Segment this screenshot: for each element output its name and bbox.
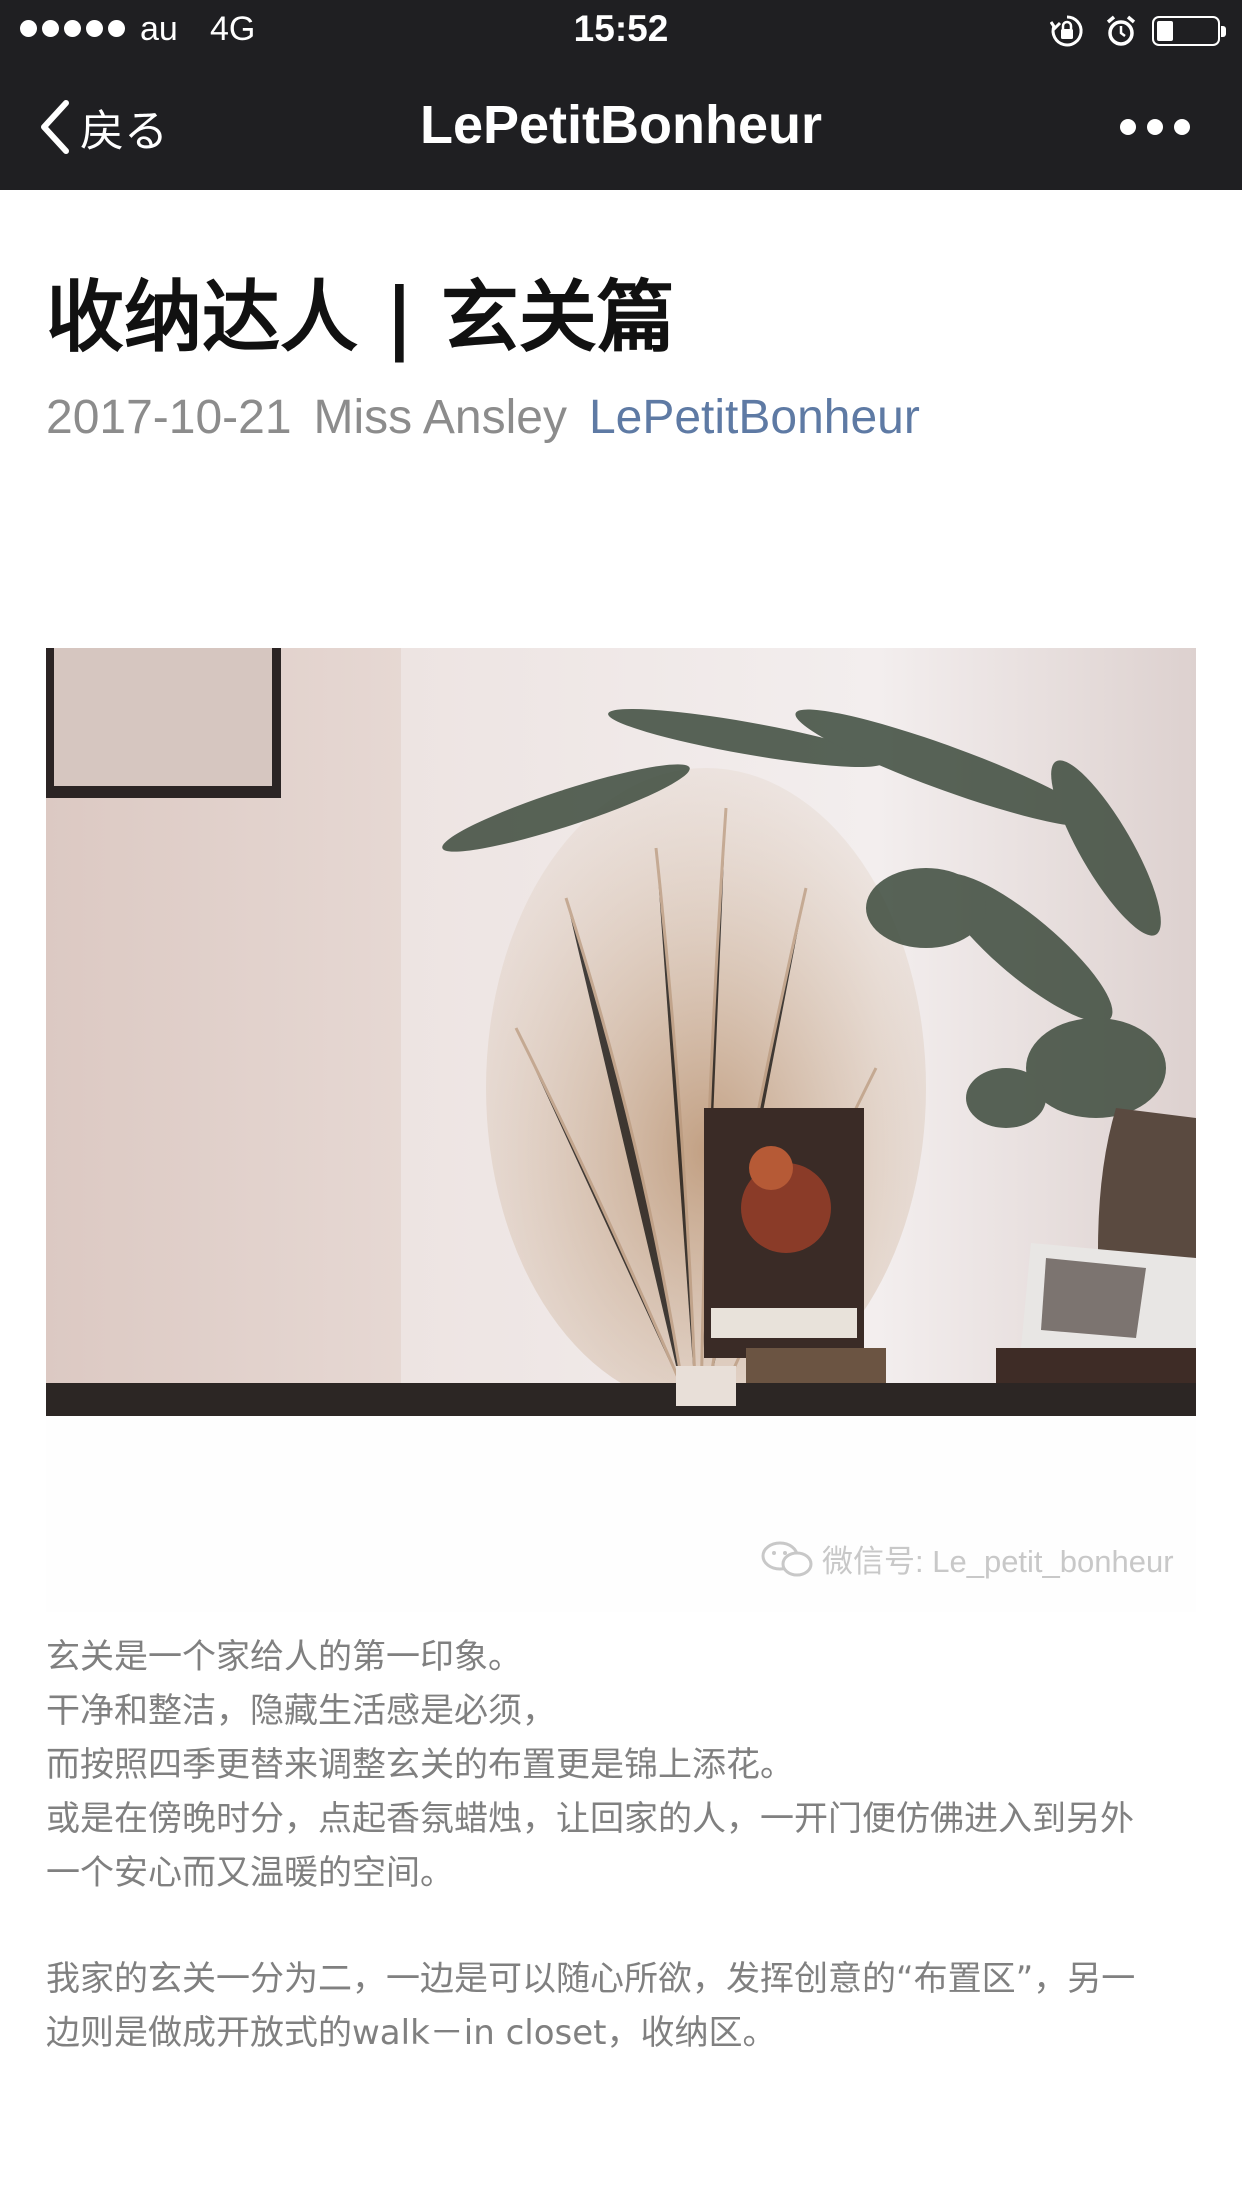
nav-title: LePetitBonheur: [419, 95, 823, 155]
paragraph-line: 我家的玄关一分为二，一边是可以随心所欲，发挥创意的“布置区”，另一: [46, 1959, 1136, 1999]
paragraph-line: 一个安心而又温暖的空间。: [46, 1853, 454, 1893]
navigation-bar: 戻る LePetitBonheur: [0, 62, 1242, 190]
status-bar: au 4G 15:52: [0, 0, 1242, 62]
watermark-text: 微信号: Le_petit_bonheur: [822, 1544, 1174, 1579]
account-link[interactable]: LePetitBonheur: [589, 391, 920, 444]
paragraph-line: 而按照四季更替来调整玄关的布置更是锦上添花。: [46, 1745, 794, 1785]
article-title: 收纳达人 | 玄关篇: [46, 273, 675, 363]
photo-caption-area: [46, 1416, 1196, 1612]
author-name: Miss Ansley: [313, 391, 567, 444]
more-dots-icon: [1120, 119, 1136, 135]
rotation-lock-icon: [1050, 15, 1083, 47]
top-bar: au 4G 15:52 戻る LePetitBonheur: [0, 0, 1242, 190]
alarm-icon: [1106, 15, 1136, 46]
wechat-watermark: 微信号: Le_petit_bonheur: [760, 1536, 1174, 1581]
wechat-icon: [761, 1541, 813, 1576]
article-photo: [46, 648, 1196, 1416]
paragraph-line: 或是在傍晚时分，点起香氛蜡烛，让回家的人，一开门便仿佛进入到另外: [46, 1799, 1134, 1839]
battery-icon: [1152, 16, 1226, 46]
paragraph-1: 玄关是一个家给人的第一印象。 干净和整洁，隐藏生活感是必须， 而按照四季更替来调…: [46, 1630, 1206, 1900]
paragraph-2: 我家的玄关一分为二，一边是可以随心所欲，发挥创意的“布置区”，另一 边则是做成开…: [46, 1952, 1206, 2060]
paragraph-line: 边则是做成开放式的walk－in closet，收纳区。: [46, 2013, 777, 2053]
paragraph-line: 玄关是一个家给人的第一印象。: [46, 1637, 522, 1677]
article-meta: 2017-10-21 Miss Ansley LePetitBonheur: [46, 390, 920, 445]
more-options-button[interactable]: [1120, 112, 1190, 142]
publish-date: 2017-10-21: [46, 391, 292, 444]
paragraph-line: 干净和整洁，隐藏生活感是必须，: [46, 1691, 556, 1731]
